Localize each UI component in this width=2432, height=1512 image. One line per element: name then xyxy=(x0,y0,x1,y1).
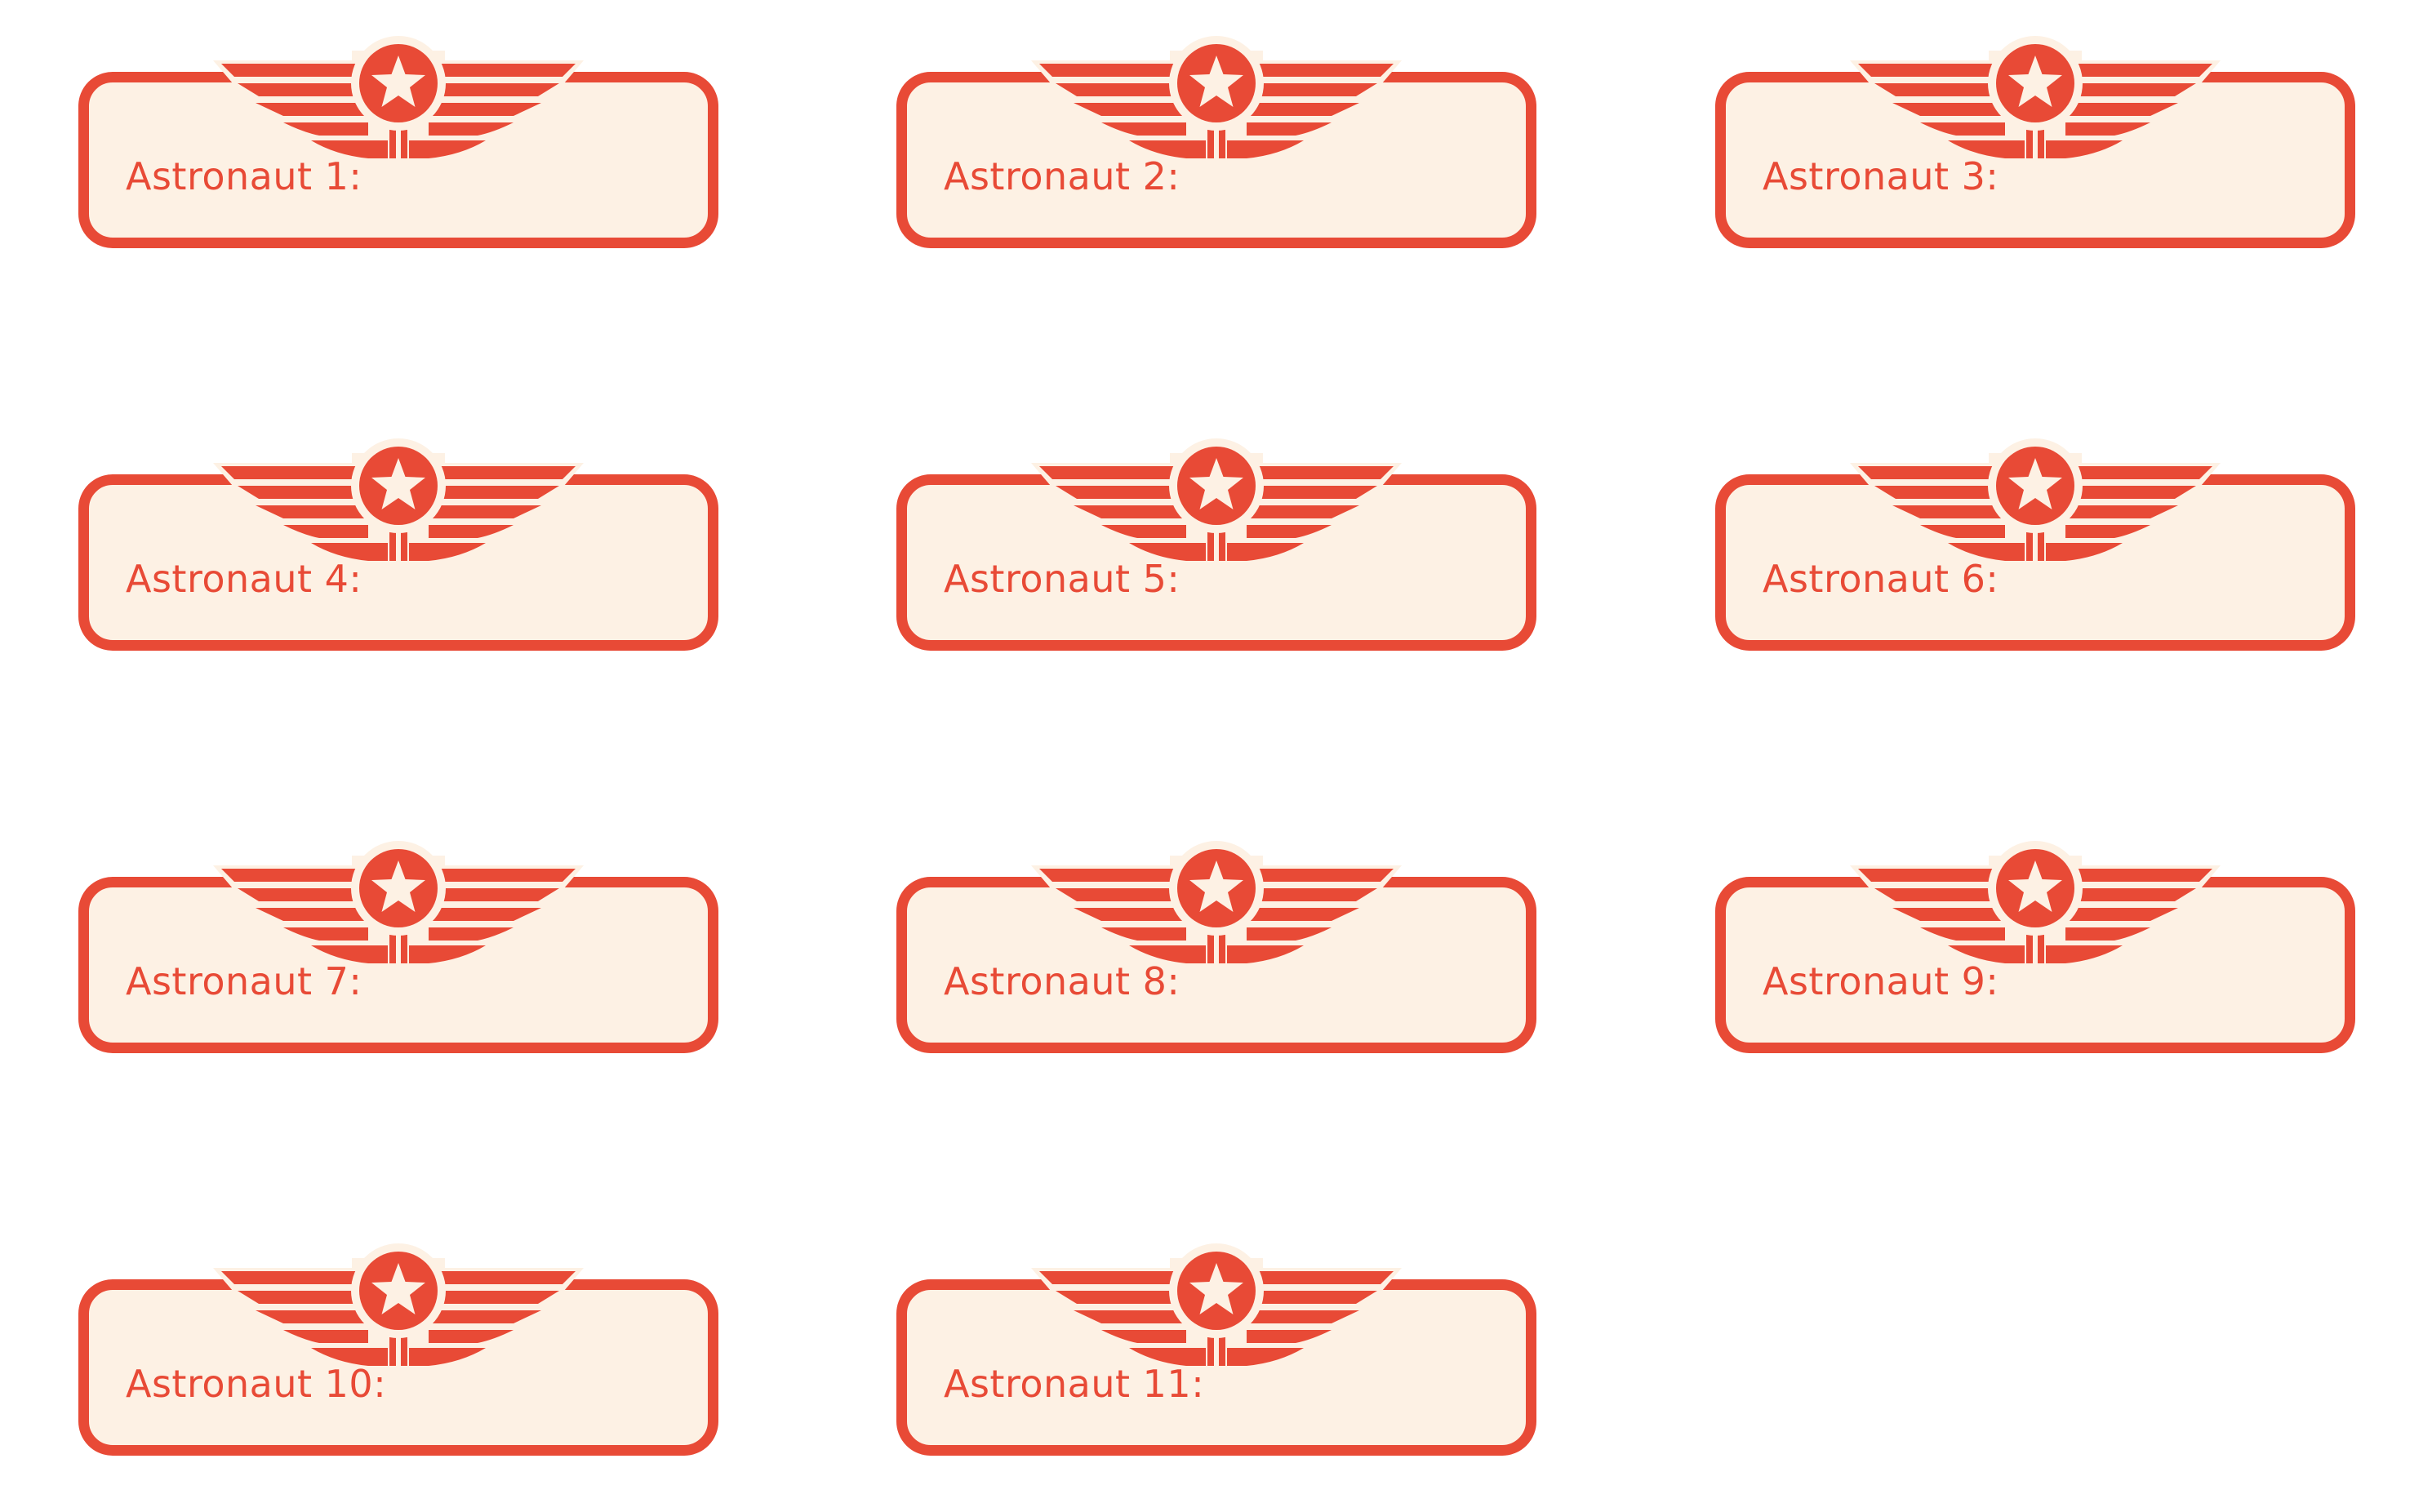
astronaut-badge: Astronaut 1: xyxy=(78,36,718,248)
winged-star-emblem-icon xyxy=(1031,841,1402,963)
astronaut-badge: Astronaut 10: xyxy=(78,1243,718,1456)
badge-label: Astronaut 1: xyxy=(126,154,362,198)
winged-star-emblem-icon xyxy=(213,438,584,561)
astronaut-badge: Astronaut 2: xyxy=(896,36,1536,248)
winged-star-emblem-icon xyxy=(1031,438,1402,561)
astronaut-badge: Astronaut 3: xyxy=(1715,36,2355,248)
badge-label: Astronaut 9: xyxy=(1763,959,1999,1003)
astronaut-badge: Astronaut 8: xyxy=(896,841,1536,1053)
winged-star-emblem-icon xyxy=(213,36,584,158)
winged-star-emblem-icon xyxy=(213,1243,584,1366)
winged-star-emblem-icon xyxy=(1850,841,2221,963)
badge-label: Astronaut 7: xyxy=(126,959,362,1003)
badge-label: Astronaut 10: xyxy=(126,1362,387,1406)
badge-label: Astronaut 11: xyxy=(944,1362,1205,1406)
badge-label: Astronaut 4: xyxy=(126,557,362,601)
badge-label: Astronaut 3: xyxy=(1763,154,1999,198)
astronaut-badge: Astronaut 5: xyxy=(896,438,1536,651)
astronaut-badge: Astronaut 9: xyxy=(1715,841,2355,1053)
astronaut-badge: Astronaut 6: xyxy=(1715,438,2355,651)
name-badge-sheet: Astronaut 1: Astronaut 2: Astronaut 3: A… xyxy=(0,0,2432,1512)
astronaut-badge: Astronaut 11: xyxy=(896,1243,1536,1456)
badge-label: Astronaut 5: xyxy=(944,557,1180,601)
badge-label: Astronaut 2: xyxy=(944,154,1180,198)
winged-star-emblem-icon xyxy=(1850,36,2221,158)
badge-label: Astronaut 8: xyxy=(944,959,1180,1003)
badge-label: Astronaut 6: xyxy=(1763,557,1999,601)
winged-star-emblem-icon xyxy=(1031,1243,1402,1366)
astronaut-badge: Astronaut 7: xyxy=(78,841,718,1053)
winged-star-emblem-icon xyxy=(1031,36,1402,158)
astronaut-badge: Astronaut 4: xyxy=(78,438,718,651)
winged-star-emblem-icon xyxy=(1850,438,2221,561)
winged-star-emblem-icon xyxy=(213,841,584,963)
